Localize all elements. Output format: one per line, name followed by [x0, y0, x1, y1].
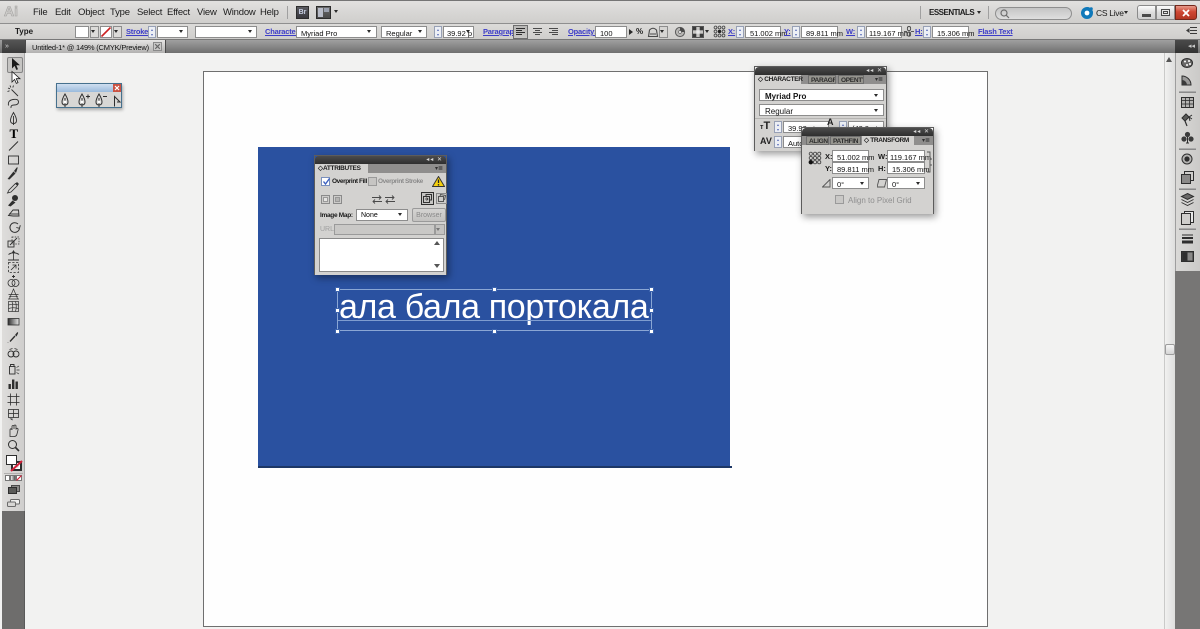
svg-text:T: T [10, 126, 19, 141]
